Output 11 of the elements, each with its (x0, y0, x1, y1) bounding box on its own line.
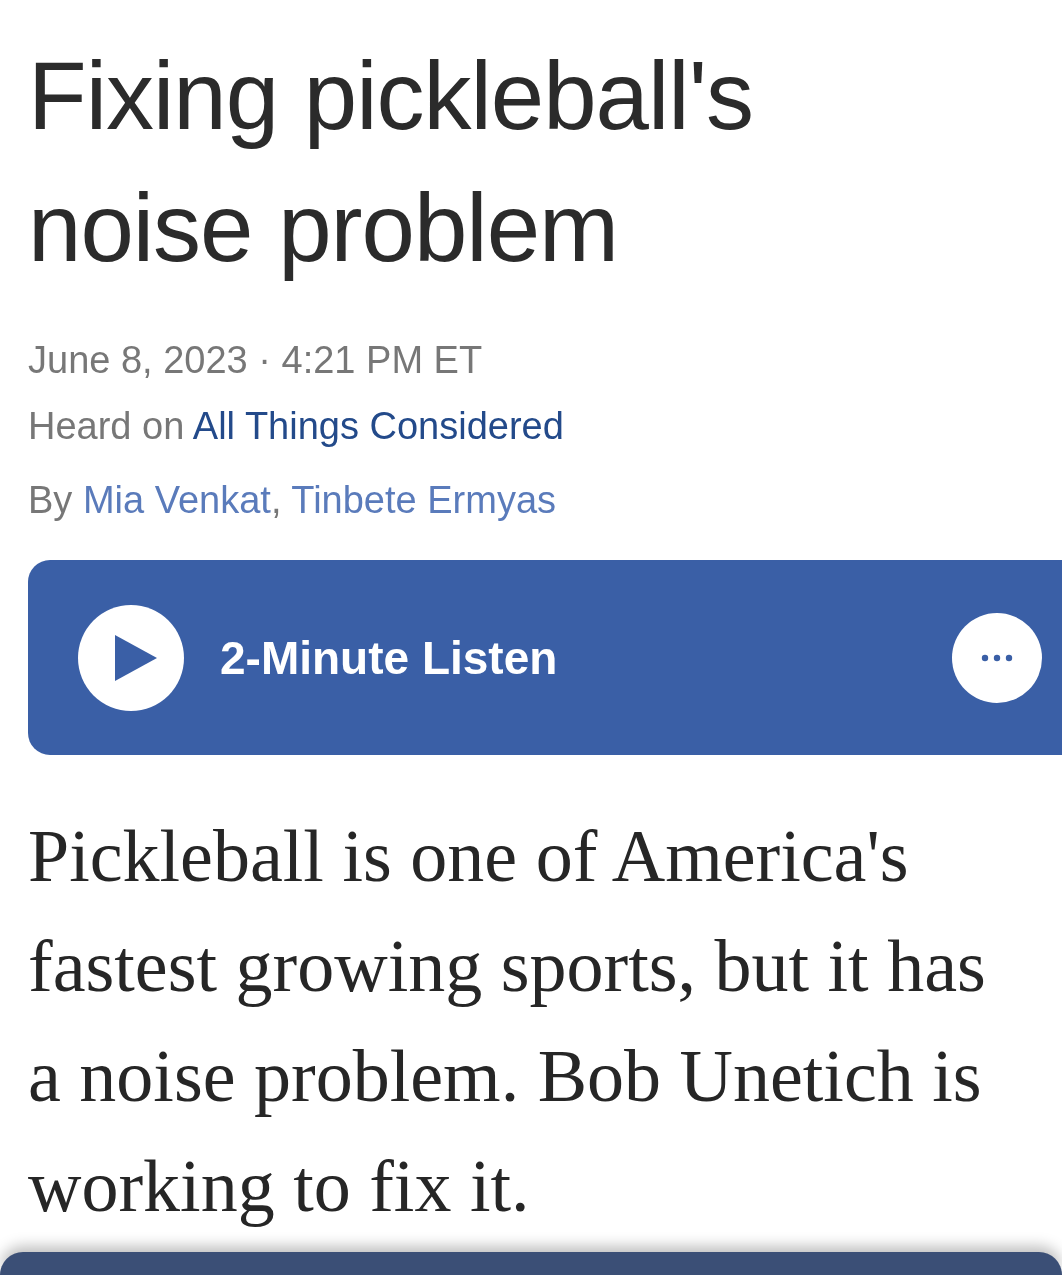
author-link[interactable]: Tinbete Ermyas (291, 479, 557, 521)
dateline: June 8, 2023 · 4:21 PM ET (28, 338, 484, 383)
article-paragraph: Pickleball is one of America's fastest growing sports, but it has a noise problem. Bob Unetich is working to fix it. (28, 814, 987, 1229)
author-link[interactable]: Mia Venkat (82, 479, 271, 521)
listen-label: 2-Minute Listen (220, 630, 559, 685)
more-icon (981, 653, 1013, 662)
program-link[interactable]: All Things Considered (192, 405, 564, 447)
play-icon (115, 634, 157, 681)
byline: By Mia Venkat, Tinbete Ermyas (28, 478, 558, 523)
headline: Fixing pickleball's noise problem (28, 41, 754, 283)
heard-on-line: Heard on All Things Considered (28, 404, 565, 449)
